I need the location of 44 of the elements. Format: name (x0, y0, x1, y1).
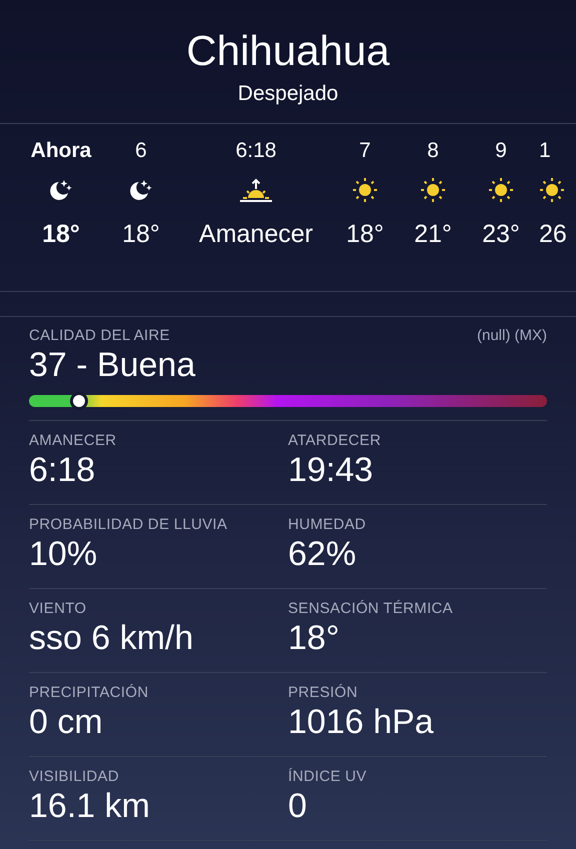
detail-label: PROBABILIDAD DE LLUVIA (29, 516, 228, 533)
hour-time: 6:18 (236, 138, 276, 164)
hour-time: 1 (539, 138, 551, 164)
sun-icon (539, 177, 565, 203)
detail-label: HUMEDAD (288, 516, 367, 533)
sun-icon (352, 177, 378, 203)
sun-icon (420, 177, 446, 203)
air-quality-label: CALIDAD DEL AIRE (29, 327, 170, 344)
detail-value: 62% (288, 535, 358, 574)
sunrise-icon (239, 177, 273, 203)
detail-value: 0 (288, 787, 308, 826)
weather-condition: Despejado (238, 82, 338, 106)
hour-time: 7 (359, 138, 371, 164)
hour-temperature: 18° (346, 220, 384, 249)
detail-label: ÍNDICE UV (288, 768, 368, 785)
detail-label: VISIBILIDAD (29, 768, 120, 785)
detail-label: AMANECER (29, 432, 118, 449)
detail-label: VIENTO (29, 600, 88, 617)
hour-temperature: 26 (539, 220, 567, 249)
hour-time: Ahora (30, 138, 92, 164)
detail-label: PRECIPITACIÓN (29, 684, 150, 701)
hour-temperature: 21° (414, 220, 452, 249)
detail-value: 1016 hPa (288, 703, 435, 742)
air-quality-value: 37 - Buena (29, 346, 196, 385)
hour-temperature: Amanecer (199, 220, 313, 249)
detail-value: sso 6 km/h (29, 619, 194, 658)
hour-time: 9 (495, 138, 507, 164)
detail-value: 0 cm (29, 703, 104, 742)
detail-value: 18° (288, 619, 340, 658)
air-quality-source: (null) (MX) (477, 327, 547, 344)
detail-value: 16.1 km (29, 787, 151, 826)
detail-value: 6:18 (29, 451, 96, 490)
detail-label: PRESIÓN (288, 684, 359, 701)
detail-label: SENSACIÓN TÉRMICA (288, 600, 454, 617)
detail-value: 10% (29, 535, 98, 574)
hour-temperature: 23° (482, 220, 520, 249)
sun-icon (488, 177, 514, 203)
detail-value: 19:43 (288, 451, 374, 490)
hour-time: 6 (135, 138, 147, 164)
hour-time: 8 (427, 138, 439, 164)
city-name: Chihuahua (186, 28, 390, 74)
hour-temperature: 18° (122, 220, 160, 249)
detail-label: ATARDECER (288, 432, 382, 449)
hour-temperature: 18° (42, 220, 80, 249)
